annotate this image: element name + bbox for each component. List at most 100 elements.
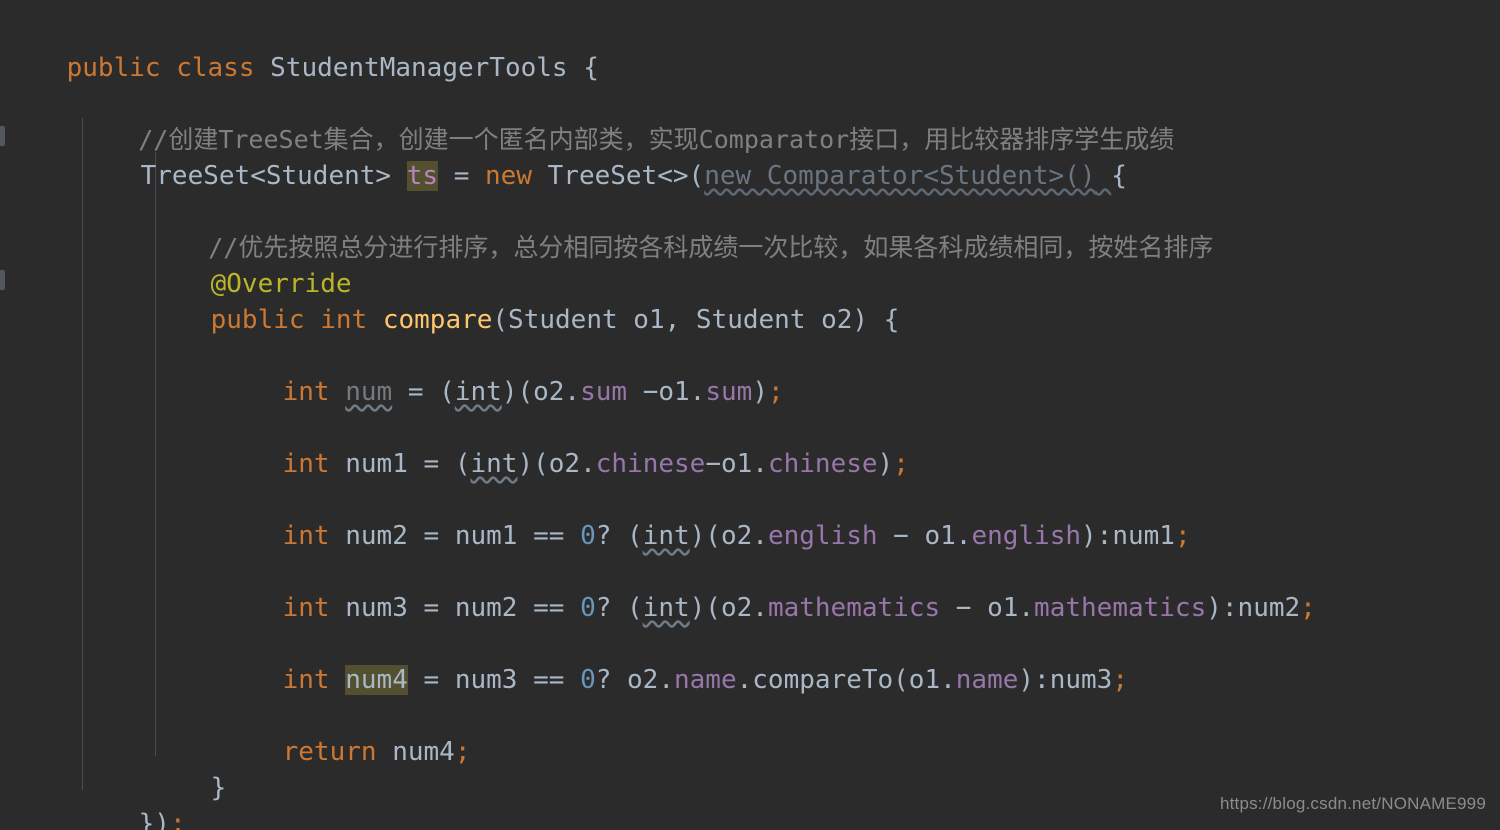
expression-open: )(o2. — [689, 593, 768, 623]
code-line-11-num4[interactable]: int num4 = num3 == 0? o2.name.compareTo(… — [220, 626, 1128, 695]
code-line-6-method-signature[interactable]: public int compare(Student o1, Student o… — [148, 266, 900, 335]
condition-expression: = num3 == — [407, 665, 581, 695]
code-line-14-close-statement[interactable]: }); — [76, 770, 186, 830]
open-brace: { — [883, 305, 900, 335]
expression-open: )(o2. — [517, 449, 596, 479]
code-editor-viewport[interactable]: public class StudentManagerTools { //创建T… — [0, 0, 1500, 830]
number-zero: 0 — [580, 593, 596, 623]
keyword-public: public — [210, 305, 305, 335]
close-brace-paren: }) — [138, 809, 170, 830]
close-brace: } — [210, 773, 227, 803]
keyword-int: int — [282, 521, 330, 551]
expression-open: )(o2. — [501, 377, 581, 407]
keyword-return: return — [282, 737, 377, 767]
condition-expression: = num2 == — [407, 593, 581, 623]
field-name-o1: name — [955, 665, 1019, 695]
method-name-compare: compare — [382, 305, 493, 335]
assign-operator: = ( — [392, 377, 455, 407]
comment-text: //优先按照总分进行排序，总分相同按各科成绩一次比较，如果各科成绩相同，按姓名排… — [208, 233, 1214, 262]
code-line-9-num2[interactable]: int num2 = num1 == 0? (int)(o2.english −… — [220, 482, 1191, 551]
cast-int: int — [470, 449, 518, 479]
semicolon: ; — [767, 377, 784, 407]
variable-num3[interactable]: num3 — [345, 593, 408, 623]
watermark-url: https://blog.csdn.net/NONAME999 — [1219, 794, 1486, 813]
return-value-num4: num4 — [376, 737, 455, 767]
variable-num1[interactable]: num1 — [345, 449, 408, 479]
field-sum-o1: sum — [705, 377, 753, 407]
type-treeset-student: TreeSet<Student> — [140, 161, 392, 191]
field-name-o2: name — [674, 665, 737, 695]
dimmed-anonymous-comparator: new Comparator<Student>() — [704, 161, 1096, 191]
minus-operator: − o1. — [877, 521, 972, 551]
ternary-else: ):num3 — [1018, 665, 1113, 695]
code-line-10-num3[interactable]: int num3 = num2 == 0? (int)(o2.mathemati… — [220, 554, 1316, 623]
ternary-question: ? ( — [595, 521, 643, 551]
keyword-class: class — [176, 53, 255, 83]
code-line-13-close-brace[interactable]: } — [148, 734, 227, 803]
variable-num2[interactable]: num2 — [345, 521, 408, 551]
semicolon: ; — [169, 809, 186, 830]
field-sum-o2: sum — [580, 377, 628, 407]
semicolon: ; — [893, 449, 909, 479]
method-parameters: (Student o1, Student o2) — [492, 305, 884, 335]
keyword-int: int — [282, 665, 330, 695]
keyword-int: int — [320, 305, 368, 335]
ternary-else: ):num1 — [1081, 521, 1175, 551]
field-english-o1: english — [971, 521, 1082, 551]
open-brace: { — [1111, 161, 1127, 191]
minus-operator: − o1. — [940, 593, 1035, 623]
expression-open: )(o2. — [689, 521, 768, 551]
ternary-else: ):num2 — [1206, 593, 1301, 623]
keyword-int: int — [282, 377, 330, 407]
variable-ts-highlight[interactable]: ts — [406, 161, 439, 191]
code-line-5-annotation[interactable]: @Override — [148, 230, 352, 299]
constructor-call: TreeSet<>( — [547, 161, 705, 191]
gutter-marker-top[interactable] — [0, 126, 5, 146]
expression-close: ) — [877, 449, 894, 479]
field-english-o2: english — [767, 521, 878, 551]
class-name: StudentManagerTools — [270, 53, 568, 83]
code-line-4-comment[interactable]: //优先按照总分进行排序，总分相同按各科成绩一次比较，如果各科成绩相同，按姓名排… — [148, 194, 1213, 262]
code-line-7-num[interactable]: int num = (int)(o2.sum −o1.sum); — [220, 338, 784, 407]
keyword-int: int — [282, 449, 330, 479]
code-line-8-num1[interactable]: int num1 = (int)(o2.chinese−o1.chinese); — [220, 410, 909, 479]
number-zero: 0 — [580, 521, 596, 551]
keyword-new: new — [485, 161, 532, 191]
semicolon: ; — [1300, 593, 1316, 623]
code-line-3[interactable]: TreeSet<Student> ts = new TreeSet<>(new … — [78, 122, 1127, 191]
variable-num-unused[interactable]: num — [345, 377, 392, 407]
semicolon: ; — [1174, 521, 1191, 551]
expression-close: ) — [752, 377, 768, 407]
field-chinese-o2: chinese — [595, 449, 706, 479]
assign-operator: = ( — [407, 449, 471, 479]
cast-int: int — [642, 521, 690, 551]
minus-operator: −o1. — [627, 377, 706, 407]
code-line-1[interactable]: public class StudentManagerTools { — [4, 14, 599, 83]
code-line-2-comment[interactable]: //创建TreeSet集合，创建一个匿名内部类，实现Comparator接口，用… — [78, 86, 1174, 154]
keyword-public: public — [66, 53, 161, 83]
semicolon: ; — [1112, 665, 1128, 695]
gutter-marker-override[interactable] — [0, 270, 5, 290]
semicolon: ; — [454, 737, 471, 767]
code-line-12-return[interactable]: return num4; — [220, 698, 471, 767]
ternary-question: ? o2. — [595, 665, 674, 695]
ternary-question: ? ( — [595, 593, 643, 623]
condition-expression: = num1 == — [407, 521, 581, 551]
open-brace: { — [583, 53, 599, 83]
variable-num4-highlight[interactable]: num4 — [345, 665, 408, 695]
cast-int: int — [642, 593, 690, 623]
